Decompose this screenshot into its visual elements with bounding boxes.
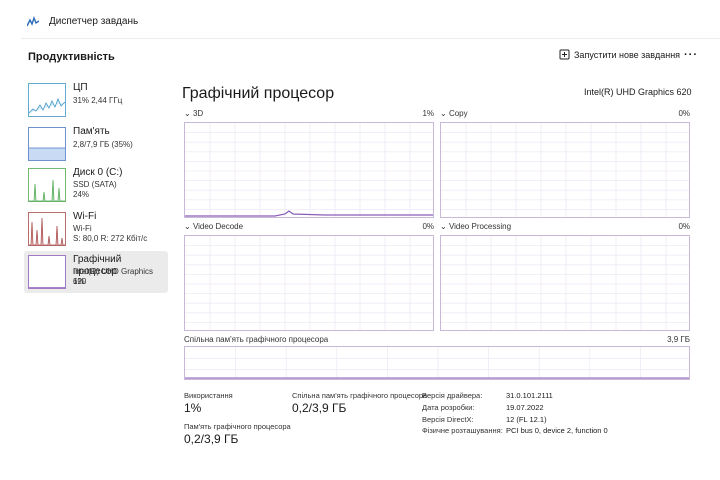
- graph-copy-percent: 0%: [678, 109, 690, 118]
- driver-version-value: 31.0.101.2111: [506, 391, 553, 400]
- graph-grid: [185, 347, 689, 379]
- physical-location-value: PCI bus 0, device 2, function 0: [506, 426, 608, 435]
- sidebar-item-detail: Intel(R) UHD Graphics 620: [73, 267, 154, 286]
- usage-label: Використання: [184, 391, 233, 400]
- page-title: Графічний процесор: [182, 85, 335, 102]
- more-options-icon[interactable]: ···: [684, 49, 698, 61]
- wifi-thumbnail-graph: [28, 212, 66, 246]
- graph-3d-svg: [185, 123, 433, 217]
- sidebar-item-label: Пам'ять: [73, 126, 110, 137]
- driver-date-label: Дата розробки:: [422, 403, 475, 412]
- gpu-thumbnail-graph: [28, 255, 66, 289]
- graph-video-processing-label: Video Processing: [448, 222, 512, 231]
- shared-memory-graph-label: Спільна пам'ять графічного процесора: [184, 335, 329, 344]
- driver-version-label: Версія драйвера:: [422, 391, 483, 400]
- directx-version-value: 12 (FL 12.1): [506, 415, 547, 424]
- chevron-down-icon: ⌄: [184, 109, 191, 118]
- usage-value: 1%: [184, 401, 202, 415]
- sidebar-item-detail: 2,8/7,9 ГБ (35%): [73, 140, 133, 149]
- graph-video-decode-svg: [185, 236, 433, 330]
- graph-copy-header[interactable]: ⌄ Copy: [440, 109, 468, 119]
- physical-location-label: Фізичне розташування:: [422, 426, 503, 435]
- graph-video-processing-plot: [440, 235, 690, 331]
- graph-3d-percent: 1%: [422, 109, 434, 118]
- shared-memory-value: 0,2/3,9 ГБ: [292, 401, 347, 415]
- graph-video-processing-svg: [441, 236, 689, 330]
- directx-version-label: Версія DirectX:: [422, 415, 474, 424]
- graph-3d-header[interactable]: ⌄ 3D: [184, 109, 203, 119]
- shared-memory-svg: [185, 347, 689, 379]
- chevron-down-icon: ⌄: [440, 222, 447, 231]
- sidebar-item-detail: Wi-Fi: [73, 224, 92, 233]
- graph-video-decode-header[interactable]: ⌄ Video Decode: [184, 222, 243, 232]
- sidebar-item-memory[interactable]: Пам'ять 2,8/7,9 ГБ (35%): [24, 123, 168, 165]
- sidebar-item-label: Wi-Fi: [73, 211, 97, 222]
- graph-copy-label: Copy: [448, 109, 468, 118]
- gpu-model-name: Intel(R) UHD Graphics 620: [584, 87, 692, 97]
- run-new-task-button[interactable]: Запустити нове завдання: [574, 50, 680, 61]
- graph-video-processing-header[interactable]: ⌄ Video Processing: [440, 222, 511, 232]
- sidebar-item-detail: S: 80,0 R: 272 Кбіт/с: [73, 234, 148, 243]
- sidebar-item-detail: 1%: [73, 277, 85, 286]
- graph-copy-svg: [441, 123, 689, 217]
- shared-memory-label: Спільна пам'ять графічного процесора: [292, 391, 428, 400]
- chevron-down-icon: ⌄: [184, 222, 191, 231]
- shared-memory-graph-plot: [184, 346, 690, 380]
- sidebar-item-detail: 31% 2,44 ГГц: [73, 96, 123, 105]
- sidebar-item-cpu[interactable]: ЦП 31% 2,44 ГГц: [24, 79, 168, 121]
- sidebar-item-detail: 24%: [73, 190, 90, 199]
- graph-copy-plot: [440, 122, 690, 218]
- section-title: Продуктивність: [28, 51, 115, 63]
- graph-3d-plot: [184, 122, 434, 218]
- graph-3d-label: 3D: [192, 109, 204, 118]
- graph-grid: [185, 123, 433, 217]
- graph-grid: [185, 236, 433, 330]
- disk-thumbnail-graph: [28, 168, 66, 202]
- task-manager-icon: [27, 16, 39, 27]
- run-new-task-icon[interactable]: [559, 49, 571, 61]
- header-divider: [21, 38, 720, 39]
- cpu-thumbnail-graph: [28, 83, 66, 117]
- graph-video-decode-plot: [184, 235, 434, 331]
- sidebar-item-wifi[interactable]: Wi-Fi Wi-Fi S: 80,0 R: 272 Кбіт/с: [24, 208, 168, 250]
- graph-video-decode-label: Video Decode: [192, 222, 244, 231]
- gpu-memory-value: 0,2/3,9 ГБ: [184, 432, 239, 446]
- shared-memory-graph-max: 3,9 ГБ: [667, 335, 690, 344]
- driver-date-value: 19.07.2022: [506, 403, 544, 412]
- sidebar-item-disk[interactable]: Диск 0 (C:) SSD (SATA) 24%: [24, 164, 168, 206]
- sidebar-item-label: ЦП: [73, 82, 88, 93]
- sidebar-item-label: Диск 0 (C:): [73, 167, 123, 178]
- graph-video-processing-percent: 0%: [678, 222, 690, 231]
- memory-thumbnail-graph: [28, 127, 66, 161]
- graph-grid: [441, 123, 689, 217]
- sidebar-item-detail: SSD (SATA): [73, 180, 117, 189]
- graph-grid: [441, 236, 689, 330]
- chevron-down-icon: ⌄: [440, 109, 447, 118]
- gpu-memory-label: Пам'ять графічного процесора: [184, 422, 291, 431]
- app-title: Диспетчер завдань: [49, 16, 139, 27]
- graph-video-decode-percent: 0%: [422, 222, 434, 231]
- sidebar-item-gpu[interactable]: Графічний процесор Intel(R) UHD Graphics…: [24, 251, 168, 293]
